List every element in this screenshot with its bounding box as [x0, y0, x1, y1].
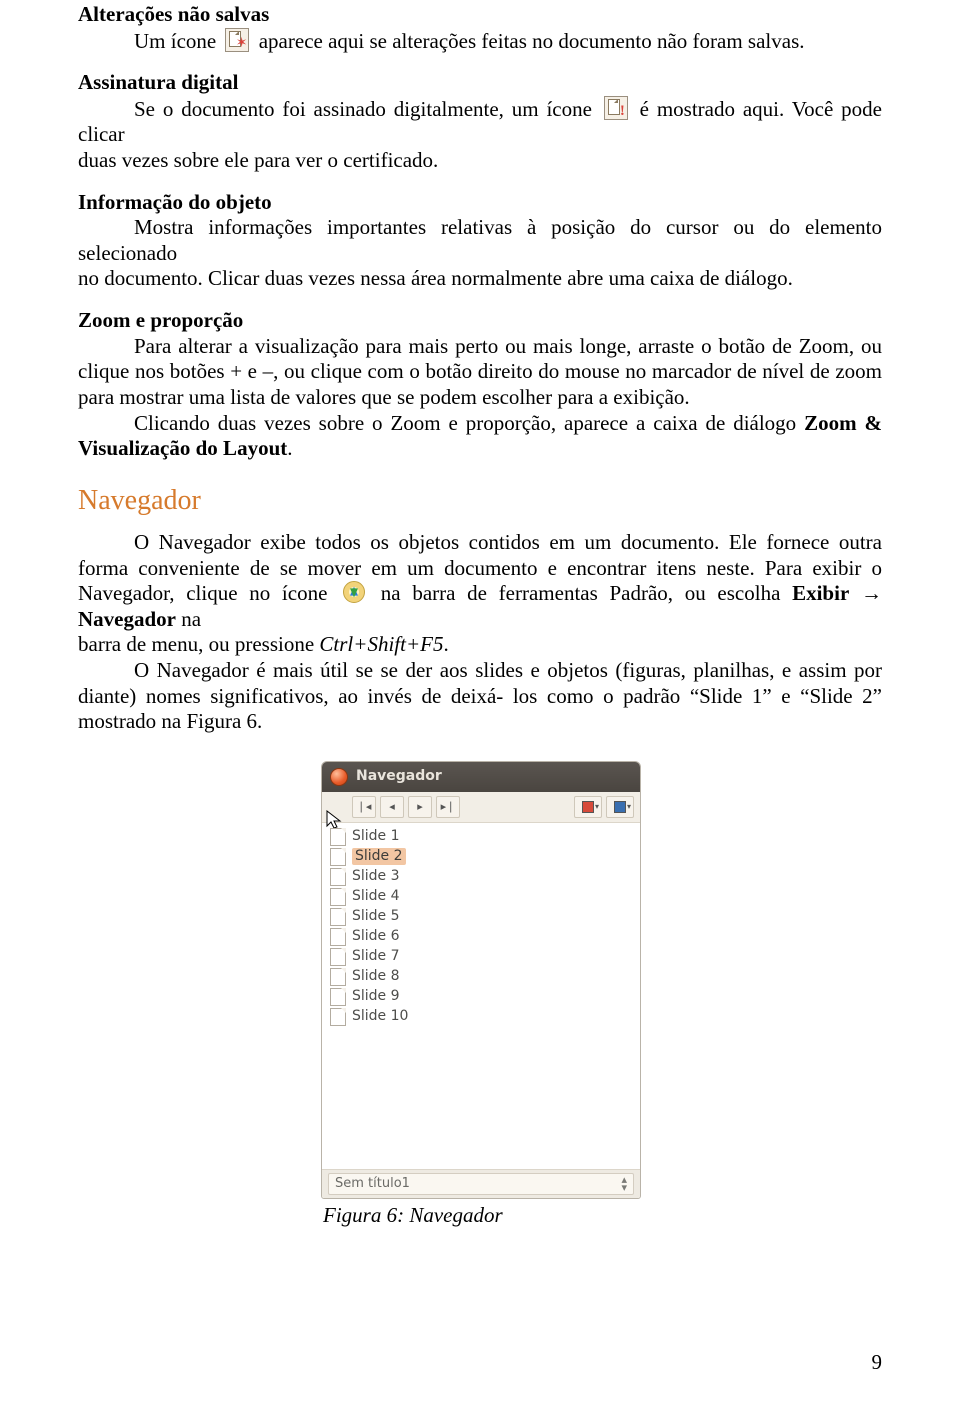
list-item[interactable]: Slide 4	[322, 887, 640, 907]
first-icon[interactable]: ❘◂	[352, 796, 376, 818]
text-zoom-1: Para alterar a visualização para mais pe…	[78, 334, 882, 411]
page-icon	[330, 968, 346, 986]
text-assinatura: Se o documento foi assinado digitalmente…	[78, 96, 882, 174]
page-icon	[330, 908, 346, 926]
figure-caption: Figura 6: Navegador	[323, 1203, 639, 1229]
nav-line-next: barra de menu, ou pressione	[78, 632, 319, 656]
alteracoes-a: Um ícone	[134, 29, 216, 53]
assinatura-c: duas vezes sobre ele para ver o certific…	[78, 148, 438, 172]
shape-blue-icon[interactable]: ▾	[606, 796, 634, 818]
list-item-label: Slide 10	[352, 1008, 408, 1025]
navegador-figure: Navegador ❘◂ ◂ ▸ ▸❘ ▾ ▾ Slide 1Slide 2Sl…	[321, 761, 639, 1229]
list-item-label: Slide 9	[352, 988, 400, 1005]
nav-line-end: .	[443, 632, 448, 656]
navegador-window: Navegador ❘◂ ◂ ▸ ▸❘ ▾ ▾ Slide 1Slide 2Sl…	[321, 761, 641, 1199]
page-icon	[330, 888, 346, 906]
nav-shortcut: Ctrl+Shift+F5	[319, 632, 443, 656]
heading-assinatura: Assinatura digital	[78, 70, 882, 96]
list-item[interactable]: Slide 3	[322, 867, 640, 887]
page-icon	[330, 948, 346, 966]
window-title: Navegador	[356, 768, 442, 785]
list-item-label: Slide 2	[352, 848, 406, 865]
page-number: 9	[872, 1350, 883, 1375]
informacao-a: Mostra informações importantes relativas…	[78, 215, 882, 265]
nav-menu-b: Navegador	[78, 607, 176, 631]
heading-navegador: Navegador	[78, 484, 882, 518]
list-item-label: Slide 6	[352, 928, 400, 945]
page-icon	[330, 1008, 346, 1026]
list-item[interactable]: Slide 10	[322, 1007, 640, 1027]
text-alteracoes: Um ícone ✶ aparece aqui se alterações fe…	[78, 28, 882, 55]
list-item-label: Slide 5	[352, 908, 400, 925]
unsaved-icon: ✶	[225, 28, 249, 52]
list-item[interactable]: Slide 9	[322, 987, 640, 1007]
alteracoes-b: aparece aqui se alterações feitas no doc…	[259, 29, 805, 53]
page-icon	[330, 828, 346, 846]
informacao-b: no documento. Clicar duas vezes nessa ár…	[78, 266, 793, 290]
heading-informacao: Informação do objeto	[78, 190, 882, 216]
statusbar: Sem título1 ▴▾	[322, 1169, 640, 1198]
page-icon	[330, 848, 346, 866]
assinatura-a: Se o documento foi assinado digitalmente…	[134, 97, 592, 121]
zoom-2a: Clicando duas vezes sobre o Zoom e propo…	[134, 411, 804, 435]
list-item[interactable]: Slide 7	[322, 947, 640, 967]
navegador-para2: O Navegador é mais útil se se der aos sl…	[78, 658, 882, 735]
page-icon	[330, 928, 346, 946]
heading-alteracoes: Alterações não salvas	[78, 2, 882, 28]
list-item-label: Slide 8	[352, 968, 400, 985]
list-item[interactable]: Slide 1	[322, 827, 640, 847]
zoom-2c: .	[287, 436, 292, 460]
prev-icon[interactable]: ◂	[380, 796, 404, 818]
page-icon	[330, 988, 346, 1006]
list-item[interactable]: Slide 6	[322, 927, 640, 947]
stepper-icon[interactable]: ▴▾	[621, 1176, 627, 1191]
list-item-label: Slide 7	[352, 948, 400, 965]
list-item-label: Slide 1	[352, 828, 400, 845]
nav-toolbar: ❘◂ ◂ ▸ ▸❘ ▾ ▾	[322, 792, 640, 823]
list-item[interactable]: Slide 8	[322, 967, 640, 987]
list-item[interactable]: Slide 5	[322, 907, 640, 927]
list-item-label: Slide 4	[352, 888, 400, 905]
nav-p1b: na barra de ferramentas Padrão, ou escol…	[369, 581, 792, 605]
nav-menu-a: Exibir	[792, 581, 849, 605]
nav-arrow: →	[849, 581, 882, 605]
page-icon	[330, 868, 346, 886]
last-icon[interactable]: ▸❘	[436, 796, 460, 818]
next-icon[interactable]: ▸	[408, 796, 432, 818]
list-item[interactable]: Slide 2	[322, 847, 640, 867]
list-item-label: Slide 3	[352, 868, 400, 885]
navegador-para1: O Navegador exibe todos os objetos conti…	[78, 530, 882, 658]
navigator-icon	[343, 581, 365, 603]
shape-red-icon[interactable]: ▾	[574, 796, 602, 818]
text-zoom-2: Clicando duas vezes sobre o Zoom e propo…	[78, 411, 882, 462]
close-icon[interactable]	[330, 768, 348, 786]
status-doc-label: Sem título1	[335, 1176, 410, 1192]
heading-zoom: Zoom e proporção	[78, 308, 882, 334]
status-doc-field[interactable]: Sem título1 ▴▾	[328, 1173, 634, 1195]
slide-list[interactable]: Slide 1 Slide 2 Slide 3 Slide 4 Slide 5 Slide…	[322, 823, 640, 1169]
titlebar: Navegador	[322, 762, 640, 792]
signature-icon: !	[604, 96, 628, 120]
text-informacao: Mostra informações importantes relativas…	[78, 215, 882, 292]
nav-p1c: na	[176, 607, 201, 631]
